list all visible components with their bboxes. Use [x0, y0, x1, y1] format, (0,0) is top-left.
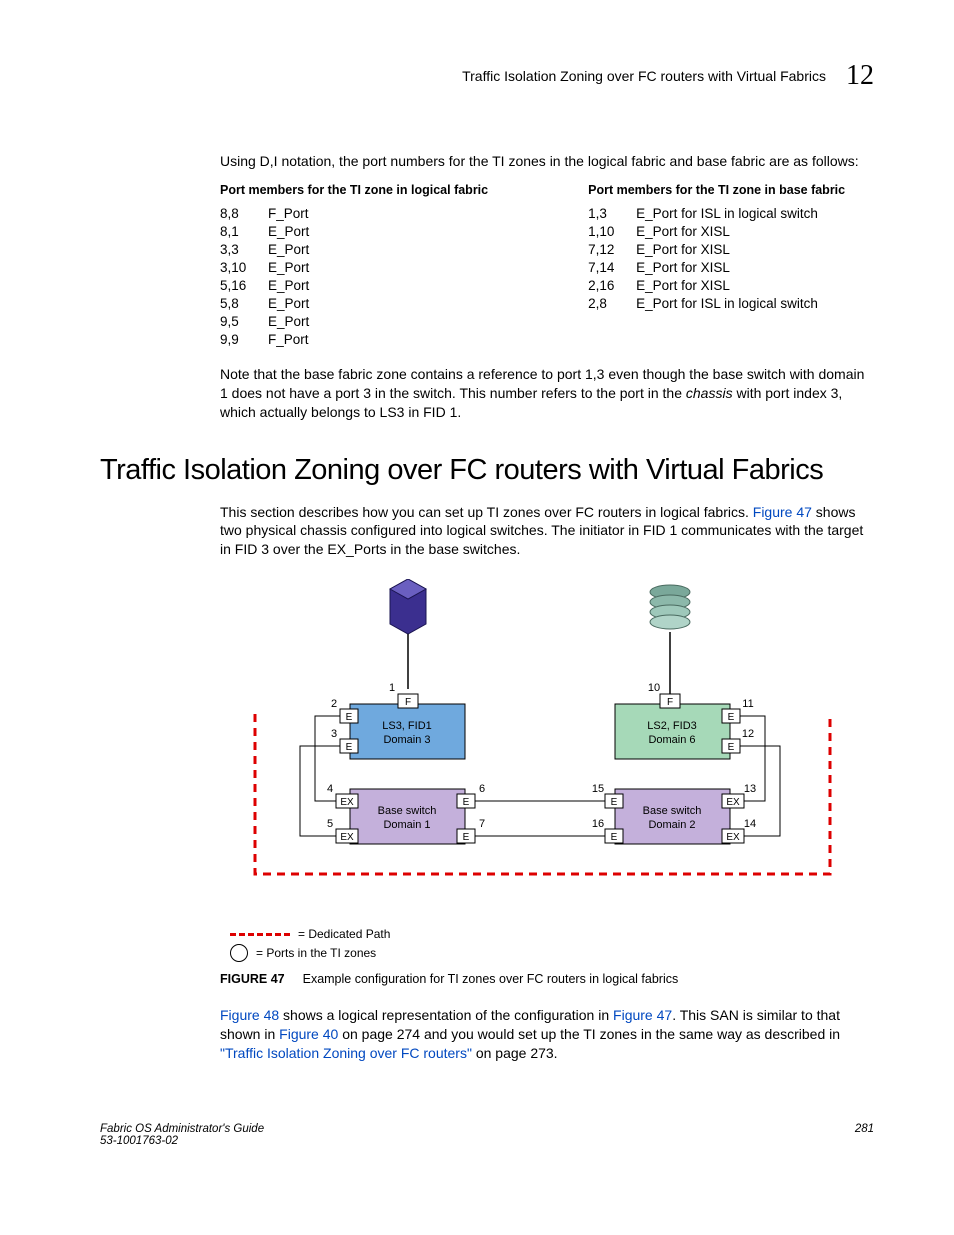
svg-text:16: 16	[592, 818, 604, 830]
table-row: 1,10E_Port for XISL	[588, 223, 818, 241]
figure-47-link-2[interactable]: Figure 47	[613, 1007, 672, 1023]
svg-text:EX: EX	[340, 797, 354, 808]
svg-text:Domain 2: Domain 2	[648, 819, 695, 831]
base-table: 1,3E_Port for ISL in logical switch1,10E…	[588, 205, 818, 313]
logical-table: 8,8F_Port8,1E_Port3,3E_Port3,10E_Port5,1…	[220, 205, 318, 349]
svg-text:14: 14	[744, 818, 756, 830]
base-title: Port members for the TI zone in base fab…	[588, 183, 845, 197]
chapter-number: 12	[846, 60, 874, 92]
table-row: 2,16E_Port for XISL	[588, 277, 818, 295]
svg-text:3: 3	[331, 728, 337, 740]
svg-text:F: F	[667, 697, 673, 708]
storage-icon	[650, 585, 690, 694]
svg-text:Domain 1: Domain 1	[383, 819, 430, 831]
svg-text:LS2, FID3: LS2, FID3	[647, 720, 697, 732]
svg-text:F: F	[405, 697, 411, 708]
svg-text:E: E	[346, 742, 353, 753]
figure-48-link[interactable]: Figure 48	[220, 1007, 279, 1023]
figure-40-link[interactable]: Figure 40	[279, 1026, 338, 1042]
svg-text:E: E	[463, 797, 470, 808]
logical-title: Port members for the TI zone in logical …	[220, 183, 488, 197]
page-number: 281	[855, 1123, 874, 1147]
footer-title: Fabric OS Administrator's Guide	[100, 1123, 264, 1135]
header-title: Traffic Isolation Zoning over FC routers…	[462, 68, 826, 84]
svg-text:5: 5	[327, 818, 333, 830]
table-row: 1,3E_Port for ISL in logical switch	[588, 205, 818, 223]
svg-text:Domain 3: Domain 3	[383, 734, 430, 746]
svg-text:11: 11	[742, 698, 753, 710]
svg-text:15: 15	[592, 783, 604, 795]
dashed-line-icon	[230, 933, 290, 936]
svg-text:6: 6	[479, 783, 485, 795]
svg-text:1: 1	[389, 682, 395, 694]
table-row: 9,5E_Port	[220, 313, 318, 331]
figure-47-link[interactable]: Figure 47	[753, 504, 812, 520]
note-paragraph: Note that the base fabric zone contains …	[220, 365, 874, 422]
host-icon	[390, 579, 426, 689]
svg-text:7: 7	[479, 818, 485, 830]
table-row: 8,1E_Port	[220, 223, 318, 241]
table-row: 5,8E_Port	[220, 295, 318, 313]
svg-text:Domain 6: Domain 6	[648, 734, 695, 746]
svg-text:4: 4	[327, 783, 333, 795]
table-row: 7,14E_Port for XISL	[588, 259, 818, 277]
table-row: 3,10E_Port	[220, 259, 318, 277]
post-figure-paragraph: Figure 48 shows a logical representation…	[220, 1006, 874, 1063]
svg-text:10: 10	[648, 682, 660, 694]
circle-icon	[230, 944, 248, 962]
legend: = Dedicated Path = Ports in the TI zones	[230, 927, 874, 962]
logical-fabric-column: Port members for the TI zone in logical …	[220, 183, 488, 349]
footer-docnum: 53-1001763-02	[100, 1135, 264, 1147]
section-intro: This section describes how you can set u…	[220, 503, 874, 560]
table-row: 7,12E_Port for XISL	[588, 241, 818, 259]
intro-paragraph: Using D,I notation, the port numbers for…	[220, 152, 874, 171]
figure-47-diagram: LS3, FID1 Domain 3 LS2, FID3 Domain 6 Ba…	[220, 579, 874, 962]
svg-text:LS3, FID1: LS3, FID1	[382, 720, 432, 732]
table-row: 8,8F_Port	[220, 205, 318, 223]
table-row: 2,8E_Port for ISL in logical switch	[588, 295, 818, 313]
svg-text:E: E	[728, 742, 735, 753]
svg-text:Base switch: Base switch	[643, 805, 702, 817]
table-row: 5,16E_Port	[220, 277, 318, 295]
svg-text:E: E	[346, 712, 353, 723]
svg-text:2: 2	[331, 698, 337, 710]
table-row: 9,9F_Port	[220, 331, 318, 349]
port-tables: Port members for the TI zone in logical …	[220, 183, 874, 349]
svg-text:13: 13	[744, 783, 756, 795]
table-row: 3,3E_Port	[220, 241, 318, 259]
figure-caption: FIGURE 47Example configuration for TI zo…	[220, 972, 874, 986]
svg-text:EX: EX	[726, 797, 740, 808]
svg-text:EX: EX	[340, 832, 354, 843]
svg-text:12: 12	[742, 728, 754, 740]
page-footer: Fabric OS Administrator's Guide 53-10017…	[100, 1123, 874, 1147]
svg-text:E: E	[728, 712, 735, 723]
svg-text:Base switch: Base switch	[378, 805, 437, 817]
traffic-isolation-link[interactable]: "Traffic Isolation Zoning over FC router…	[220, 1045, 472, 1061]
base-fabric-column: Port members for the TI zone in base fab…	[588, 183, 845, 349]
running-header: Traffic Isolation Zoning over FC routers…	[100, 60, 874, 92]
svg-text:E: E	[611, 832, 618, 843]
svg-text:EX: EX	[726, 832, 740, 843]
svg-text:E: E	[463, 832, 470, 843]
section-heading: Traffic Isolation Zoning over FC routers…	[100, 454, 874, 487]
svg-text:E: E	[611, 797, 618, 808]
